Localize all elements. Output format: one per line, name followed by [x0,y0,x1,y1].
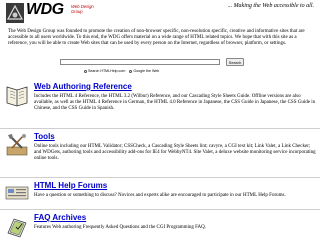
divider [0,128,320,129]
logo-text: WDG [26,1,64,18]
section-forums: HTML Help Forums Have a question or some… [0,181,320,209]
forums-icon [4,181,30,207]
section-title-faq[interactable]: FAQ Archives [34,213,86,222]
radio-search-site[interactable] [84,69,87,73]
search-scope: Search HTMLHelp.com Google the Web [84,69,159,73]
section-body-faq: Features Web authoring Frequently Asked … [34,225,207,230]
section-title-web-authoring[interactable]: Web Authoring Reference [34,82,132,91]
logo-emblem-icon [6,3,24,23]
logo-subtitle: Web Design Group [71,4,94,14]
search-input[interactable] [60,59,220,65]
search-button[interactable]: Search [226,58,244,66]
tools-icon [4,132,30,158]
book-icon [4,82,30,108]
section-body-forums: Have a question or something to discuss?… [34,193,286,198]
section-body-web-authoring: Includes the HTML 4 Reference, the HTML … [34,94,316,112]
intro-text: The Web Design Group was founded to prom… [8,29,305,47]
radio-google-web[interactable] [129,69,133,73]
radio-google-web-label: Google the Web [133,69,160,73]
search-form: Search Search HTMLHelp.com Google the We… [60,58,260,78]
section-web-authoring: Web Authoring Reference Includes the HTM… [0,82,320,126]
divider [0,177,320,178]
section-body-tools: Online tools including our HTML Validato… [34,144,316,162]
faq-icon [4,213,30,239]
section-tools: Tools Online tools including our HTML Va… [0,132,320,176]
header: WDG Web Design Group ... Making the Web … [0,0,320,26]
radio-search-site-label: Search HTMLHelp.com [88,69,126,73]
section-title-forums[interactable]: HTML Help Forums [34,181,107,190]
section-title-tools[interactable]: Tools [34,132,55,141]
tagline: ... Making the Web accessible to all. [227,3,314,9]
wdg-logo[interactable]: WDG Web Design Group [6,1,96,23]
section-faq: FAQ Archives Features Web authoring Freq… [0,213,320,240]
divider [0,209,320,210]
